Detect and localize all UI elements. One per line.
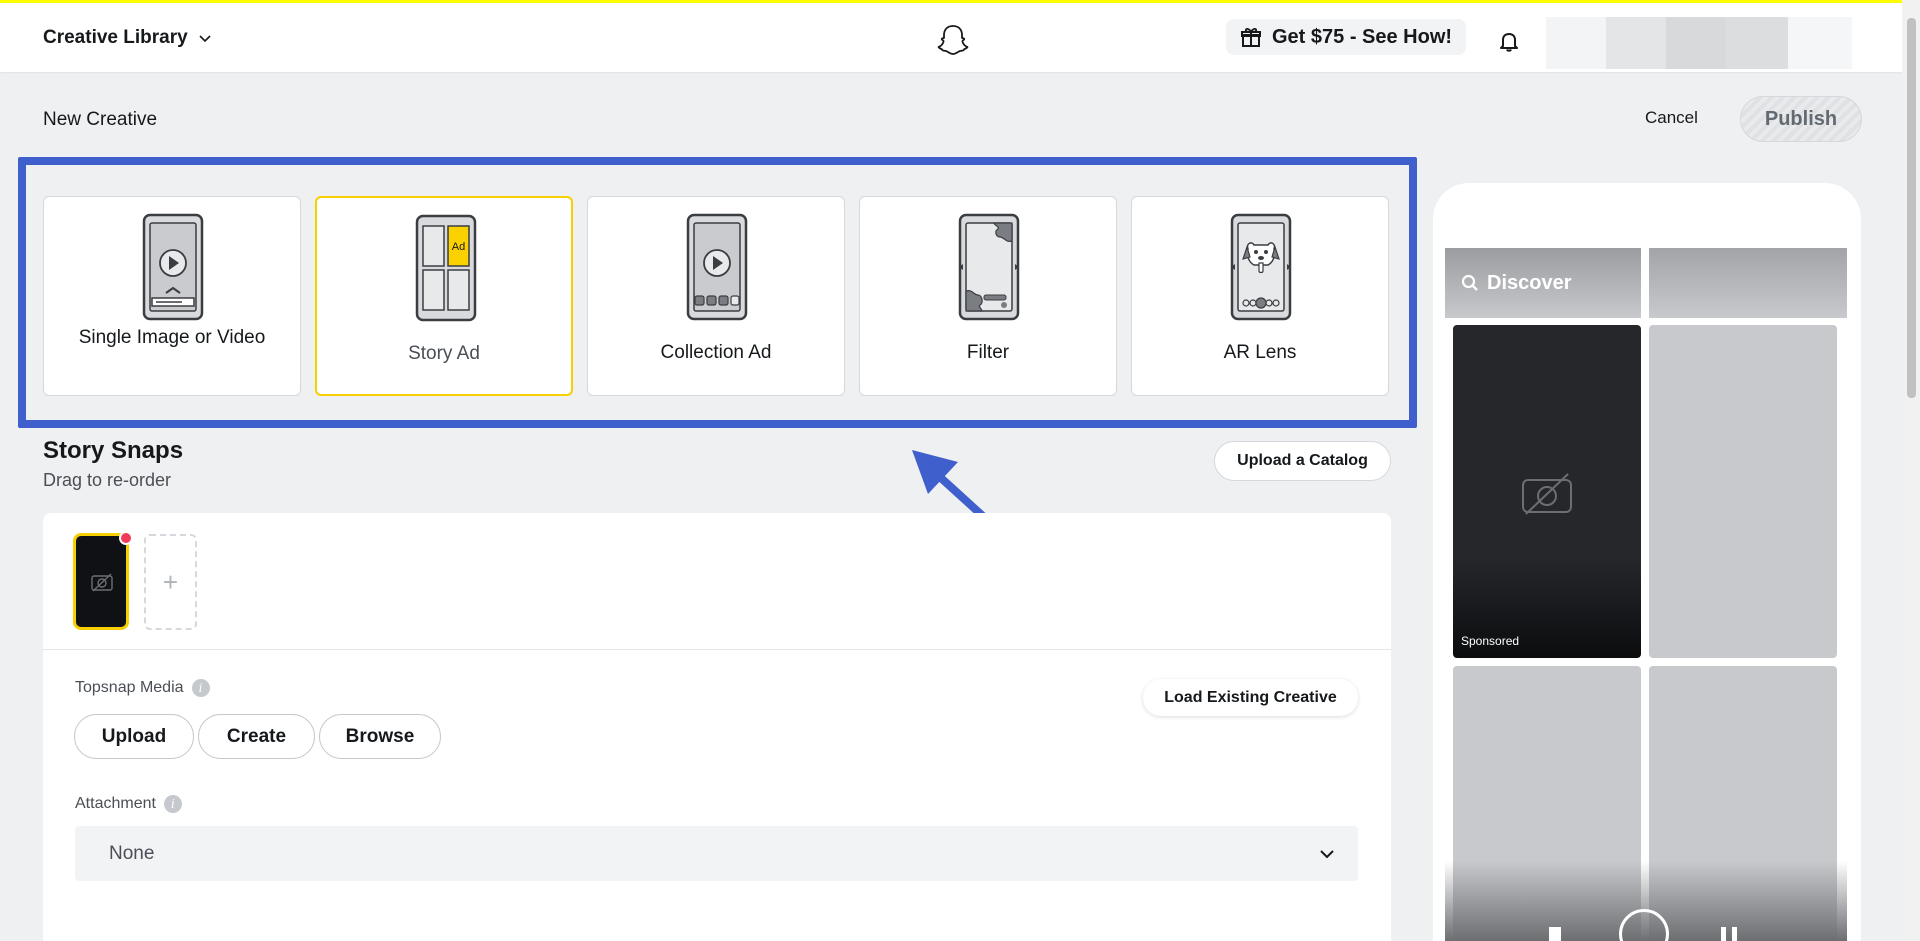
type-card-filter[interactable]: Filter (859, 196, 1117, 396)
top-bar: Creative Library Get $75 - See How! (0, 0, 1902, 72)
camera-bar (1445, 861, 1847, 941)
discover-tile (1649, 248, 1847, 318)
publish-button[interactable]: Publish (1740, 96, 1862, 142)
cancel-button[interactable]: Cancel (1645, 108, 1698, 128)
avatar-block (1546, 17, 1606, 69)
creative-type-selector: Single Image or Video Ad Story Ad Collec… (43, 196, 1390, 396)
account-menu[interactable] (1546, 17, 1852, 69)
chevron-down-icon (1320, 850, 1334, 859)
discover-header: Discover (1445, 248, 1641, 318)
add-snap-button[interactable]: + (144, 534, 197, 630)
preview-screen: Discover Sponsored (1445, 248, 1847, 941)
type-label-story: Story Ad (408, 343, 480, 364)
discover-tile (1649, 325, 1837, 658)
promo-button[interactable]: Get $75 - See How! (1226, 19, 1467, 55)
shutter-button (1619, 909, 1669, 941)
type-label-filter: Filter (966, 342, 1010, 363)
ad-tag: Ad (452, 241, 465, 253)
type-card-single-image-video[interactable]: Single Image or Video (43, 196, 301, 396)
type-label-collection: Collection Ad (660, 342, 772, 363)
info-icon[interactable]: i (163, 795, 182, 813)
phone-play-icon (142, 213, 204, 321)
upload-button[interactable]: Upload (74, 714, 194, 759)
type-label-ar-lens: AR Lens (1223, 342, 1297, 363)
sponsored-tile[interactable]: Sponsored (1453, 325, 1641, 658)
type-card-story-ad[interactable]: Ad Story Ad (315, 196, 573, 396)
discover-label: Discover (1487, 271, 1572, 294)
app-name: Creative Library (43, 27, 188, 48)
sponsored-label: Sponsored (1461, 634, 1520, 648)
type-card-collection-ad[interactable]: Collection Ad (587, 196, 845, 396)
bell-icon[interactable] (1498, 30, 1520, 52)
create-button[interactable]: Create (198, 714, 315, 759)
gift-icon (1241, 27, 1261, 47)
load-existing-creative-button[interactable]: Load Existing Creative (1143, 679, 1358, 716)
story-snaps-title: Story Snaps (43, 437, 184, 464)
snapchat-ghost-logo[interactable] (936, 23, 970, 57)
page-scrollbar[interactable] (1902, 0, 1920, 941)
stories-nav-icon (1721, 927, 1737, 941)
phone-story-grid-icon: Ad (415, 214, 477, 322)
no-image-icon (1522, 473, 1572, 515)
promo-label: Get $75 - See How! (1272, 25, 1453, 48)
phone-filter-icon (958, 213, 1020, 321)
attachment-label: Attachment i (75, 795, 182, 813)
phone-lens-icon (1230, 213, 1292, 321)
map-nav-icon (1549, 927, 1561, 941)
no-image-icon (91, 573, 113, 592)
phone-collection-icon (686, 213, 748, 321)
scrollbar-thumb[interactable] (1907, 18, 1916, 398)
snap-thumbnail[interactable] (73, 533, 129, 630)
search-icon (1461, 274, 1478, 291)
app-switcher[interactable]: Creative Library (43, 27, 212, 49)
attachment-select[interactable]: None (75, 826, 1358, 881)
topsnap-media-label: Topsnap Media i (75, 679, 210, 697)
story-snaps-subtitle: Drag to re-order (43, 470, 172, 490)
type-card-ar-lens[interactable]: AR Lens (1131, 196, 1389, 396)
divider (43, 649, 1391, 650)
attachment-value: None (109, 843, 155, 864)
chevron-down-icon (199, 35, 211, 43)
snap-error-badge (119, 531, 133, 545)
type-label-single: Single Image or Video (78, 327, 266, 348)
info-icon[interactable]: i (191, 679, 210, 697)
page-title: New Creative (43, 109, 158, 130)
browse-button[interactable]: Browse (319, 714, 441, 759)
upload-catalog-button[interactable]: Upload a Catalog (1214, 441, 1391, 481)
